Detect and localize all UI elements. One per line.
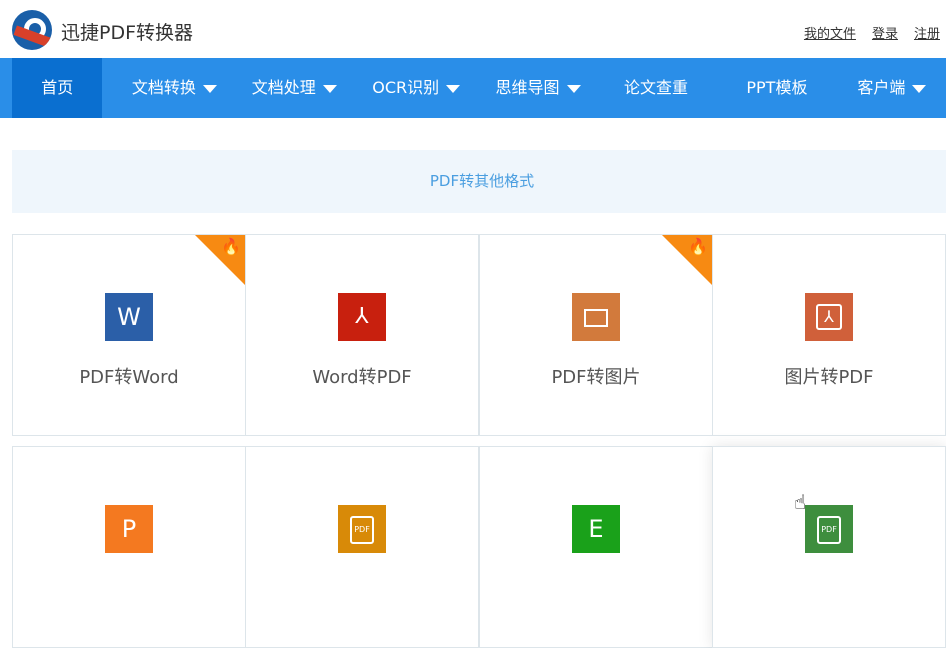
letter-p-icon: P xyxy=(105,505,153,553)
nav-mindmap[interactable]: 思维导图 xyxy=(480,58,596,118)
section-banner: PDF转其他格式 xyxy=(12,150,946,213)
nav-doc-process[interactable]: 文档处理 xyxy=(236,58,352,118)
register-link[interactable]: 注册 xyxy=(914,23,940,42)
tool-card[interactable]: PDF xyxy=(712,446,946,648)
image-icon xyxy=(572,293,620,341)
letter-e-icon: E xyxy=(572,505,620,553)
header: 迅捷PDF转换器 我的文件 登录 注册 xyxy=(0,0,946,58)
nav-label: 文档转换 xyxy=(131,78,196,97)
logo[interactable] xyxy=(12,10,52,50)
nav-label: 论文查重 xyxy=(624,78,689,97)
caret-down-icon xyxy=(322,84,337,93)
nav-label: 客户端 xyxy=(857,78,906,97)
nav-home[interactable]: 首页 xyxy=(12,58,103,118)
tool-card[interactable]: ⅄ 图片转PDF xyxy=(712,234,946,436)
pdf-file-icon: PDF xyxy=(805,505,853,553)
nav-label: 首页 xyxy=(41,78,74,97)
nav-label: PPT模板 xyxy=(746,78,808,97)
hand-cursor-icon: ☝ xyxy=(794,490,807,514)
brand-name[interactable]: 迅捷PDF转换器 xyxy=(61,18,193,45)
tool-label: PDF转Word xyxy=(79,367,179,388)
caret-down-icon xyxy=(912,84,927,93)
nav-client[interactable]: 客户端 xyxy=(838,58,946,118)
tool-card[interactable]: PDF转图片 🔥 xyxy=(479,234,713,436)
my-files-link[interactable]: 我的文件 xyxy=(804,23,856,42)
caret-down-icon xyxy=(202,84,217,93)
nav-label: OCR识别 xyxy=(372,78,440,97)
flame-icon: 🔥 xyxy=(688,237,708,256)
nav-ocr[interactable]: OCR识别 xyxy=(352,58,480,118)
login-link[interactable]: 登录 xyxy=(872,23,898,42)
pdf-slides-icon: PDF xyxy=(338,505,386,553)
tool-card[interactable]: W PDF转Word 🔥 xyxy=(12,234,246,436)
tool-card[interactable]: P xyxy=(12,446,246,648)
caret-down-icon xyxy=(446,84,461,93)
flame-icon: 🔥 xyxy=(221,237,241,256)
nav-ppt-template[interactable]: PPT模板 xyxy=(716,58,838,118)
nav-paper-check[interactable]: 论文查重 xyxy=(596,58,716,118)
tool-label: 图片转PDF xyxy=(784,367,874,388)
tool-label: PDF转图片 xyxy=(551,367,641,388)
tool-card[interactable]: E xyxy=(479,446,713,648)
tool-card[interactable]: ⅄ Word转PDF xyxy=(245,234,479,436)
letter-w-icon: W xyxy=(105,293,153,341)
nav-label: 文档处理 xyxy=(251,78,316,97)
main-nav: 首页 文档转换 文档处理 OCR识别 思维导图 论文查重 PPT模板 客户端 xyxy=(0,58,946,118)
tool-label: Word转PDF xyxy=(312,367,412,388)
pdf-acrobat-icon: ⅄ xyxy=(338,293,386,341)
pdf-acrobat-icon: ⅄ xyxy=(805,293,853,341)
tool-card[interactable]: PDF xyxy=(245,446,479,648)
nav-label: 思维导图 xyxy=(495,78,560,97)
caret-down-icon xyxy=(566,84,581,93)
nav-doc-convert[interactable]: 文档转换 xyxy=(112,58,236,118)
